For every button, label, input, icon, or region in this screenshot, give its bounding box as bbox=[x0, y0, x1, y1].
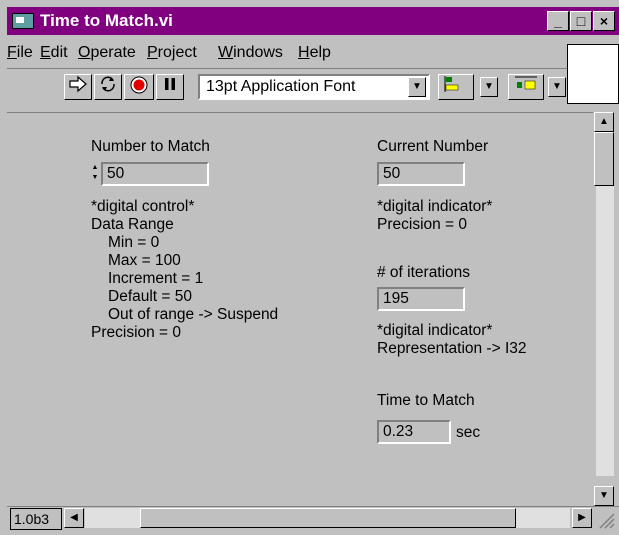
number-to-match-label: Number to Match bbox=[91, 138, 210, 155]
align-objects-button[interactable] bbox=[438, 74, 474, 100]
chevron-right-icon: ▶ bbox=[578, 512, 586, 523]
window-title: Time to Match.vi bbox=[40, 11, 173, 30]
resize-grip-icon[interactable] bbox=[594, 508, 616, 530]
number-to-match-control[interactable]: 50 bbox=[101, 162, 209, 186]
chevron-down-icon: ▼ bbox=[484, 81, 494, 92]
run-arrow-icon bbox=[69, 75, 87, 93]
font-selector-value: 13pt Application Font bbox=[206, 78, 356, 95]
control-type-note: *digital control* bbox=[91, 198, 195, 215]
run-continuously-icon bbox=[101, 76, 115, 92]
range-default: Default = 50 bbox=[108, 288, 193, 305]
chevron-down-icon: ▼ bbox=[412, 81, 422, 92]
time-unit-label: sec bbox=[456, 424, 481, 441]
menu-project[interactable]: Project bbox=[147, 44, 197, 62]
current-number-type-note: *digital indicator* bbox=[377, 198, 493, 215]
font-selector[interactable]: 13pt Application Font bbox=[198, 74, 430, 100]
toolbar-separator bbox=[7, 68, 567, 69]
font-dropdown-button[interactable]: ▼ bbox=[408, 77, 426, 97]
scroll-right-button[interactable]: ▶ bbox=[572, 508, 592, 528]
range-out-of-range: Out of range -> Suspend bbox=[108, 306, 279, 323]
horizontal-scroll-thumb[interactable] bbox=[140, 508, 516, 528]
vertical-scroll-thumb[interactable] bbox=[594, 132, 614, 186]
data-range-label: Data Range bbox=[91, 216, 174, 233]
abort-stop-icon bbox=[130, 76, 148, 94]
current-number-precision: Precision = 0 bbox=[377, 216, 468, 233]
close-button[interactable]: × bbox=[593, 11, 615, 31]
menu-windows[interactable]: Windows bbox=[218, 44, 283, 62]
abort-button[interactable] bbox=[124, 74, 154, 100]
distribute-objects-icon bbox=[515, 76, 537, 90]
scroll-up-button[interactable]: ▲ bbox=[594, 112, 614, 132]
increment-decrement-arrows[interactable]: ▲ ▼ bbox=[90, 163, 100, 185]
time-to-match-label: Time to Match bbox=[377, 392, 475, 409]
align-objects-icon bbox=[444, 76, 459, 92]
distribute-dropdown-button[interactable]: ▼ bbox=[548, 77, 566, 97]
version-label: 1.0b3 bbox=[10, 508, 62, 530]
chevron-up-icon: ▲ bbox=[599, 116, 609, 127]
time-to-match-indicator: 0.23 bbox=[377, 420, 451, 444]
maximize-button[interactable]: □ bbox=[570, 11, 592, 31]
run-continuously-button[interactable] bbox=[94, 74, 122, 100]
vi-window-icon[interactable] bbox=[12, 13, 34, 29]
iterations-indicator: 195 bbox=[377, 287, 465, 311]
title-bar[interactable]: Time to Match.vi _ □ × bbox=[7, 7, 619, 35]
iterations-type-note: *digital indicator* bbox=[377, 322, 493, 339]
chevron-down-icon: ▼ bbox=[552, 81, 562, 92]
precision-label: Precision = 0 bbox=[91, 324, 182, 341]
scroll-down-button[interactable]: ▼ bbox=[594, 486, 614, 506]
vertical-scroll-track[interactable] bbox=[596, 186, 614, 476]
distribute-objects-button[interactable] bbox=[508, 74, 544, 100]
run-button[interactable] bbox=[64, 74, 92, 100]
chevron-left-icon: ◀ bbox=[70, 512, 78, 523]
spin-up-icon[interactable]: ▲ bbox=[92, 164, 99, 171]
menu-operate[interactable]: Operate bbox=[78, 44, 136, 62]
pause-icon bbox=[165, 78, 175, 90]
menu-edit[interactable]: Edit bbox=[40, 44, 68, 62]
range-max: Max = 100 bbox=[108, 252, 181, 269]
iterations-representation: Representation -> I32 bbox=[377, 340, 527, 357]
range-increment: Increment = 1 bbox=[108, 270, 204, 287]
vi-icon-pane[interactable] bbox=[567, 44, 619, 104]
spin-down-icon[interactable]: ▼ bbox=[92, 174, 99, 181]
scroll-left-button[interactable]: ◀ bbox=[64, 508, 84, 528]
current-number-label: Current Number bbox=[377, 138, 489, 155]
menu-file[interactable]: File bbox=[7, 44, 33, 62]
minimize-button[interactable]: _ bbox=[547, 11, 569, 31]
menu-help[interactable]: Help bbox=[298, 44, 331, 62]
labview-window: Time to Match.vi _ □ × File Edit Operate… bbox=[0, 0, 619, 535]
align-dropdown-button[interactable]: ▼ bbox=[480, 77, 498, 97]
chevron-down-icon: ▼ bbox=[599, 490, 609, 501]
iterations-label: # of iterations bbox=[377, 264, 471, 281]
range-min: Min = 0 bbox=[108, 234, 160, 251]
current-number-indicator: 50 bbox=[377, 162, 465, 186]
pause-button[interactable] bbox=[156, 74, 184, 100]
